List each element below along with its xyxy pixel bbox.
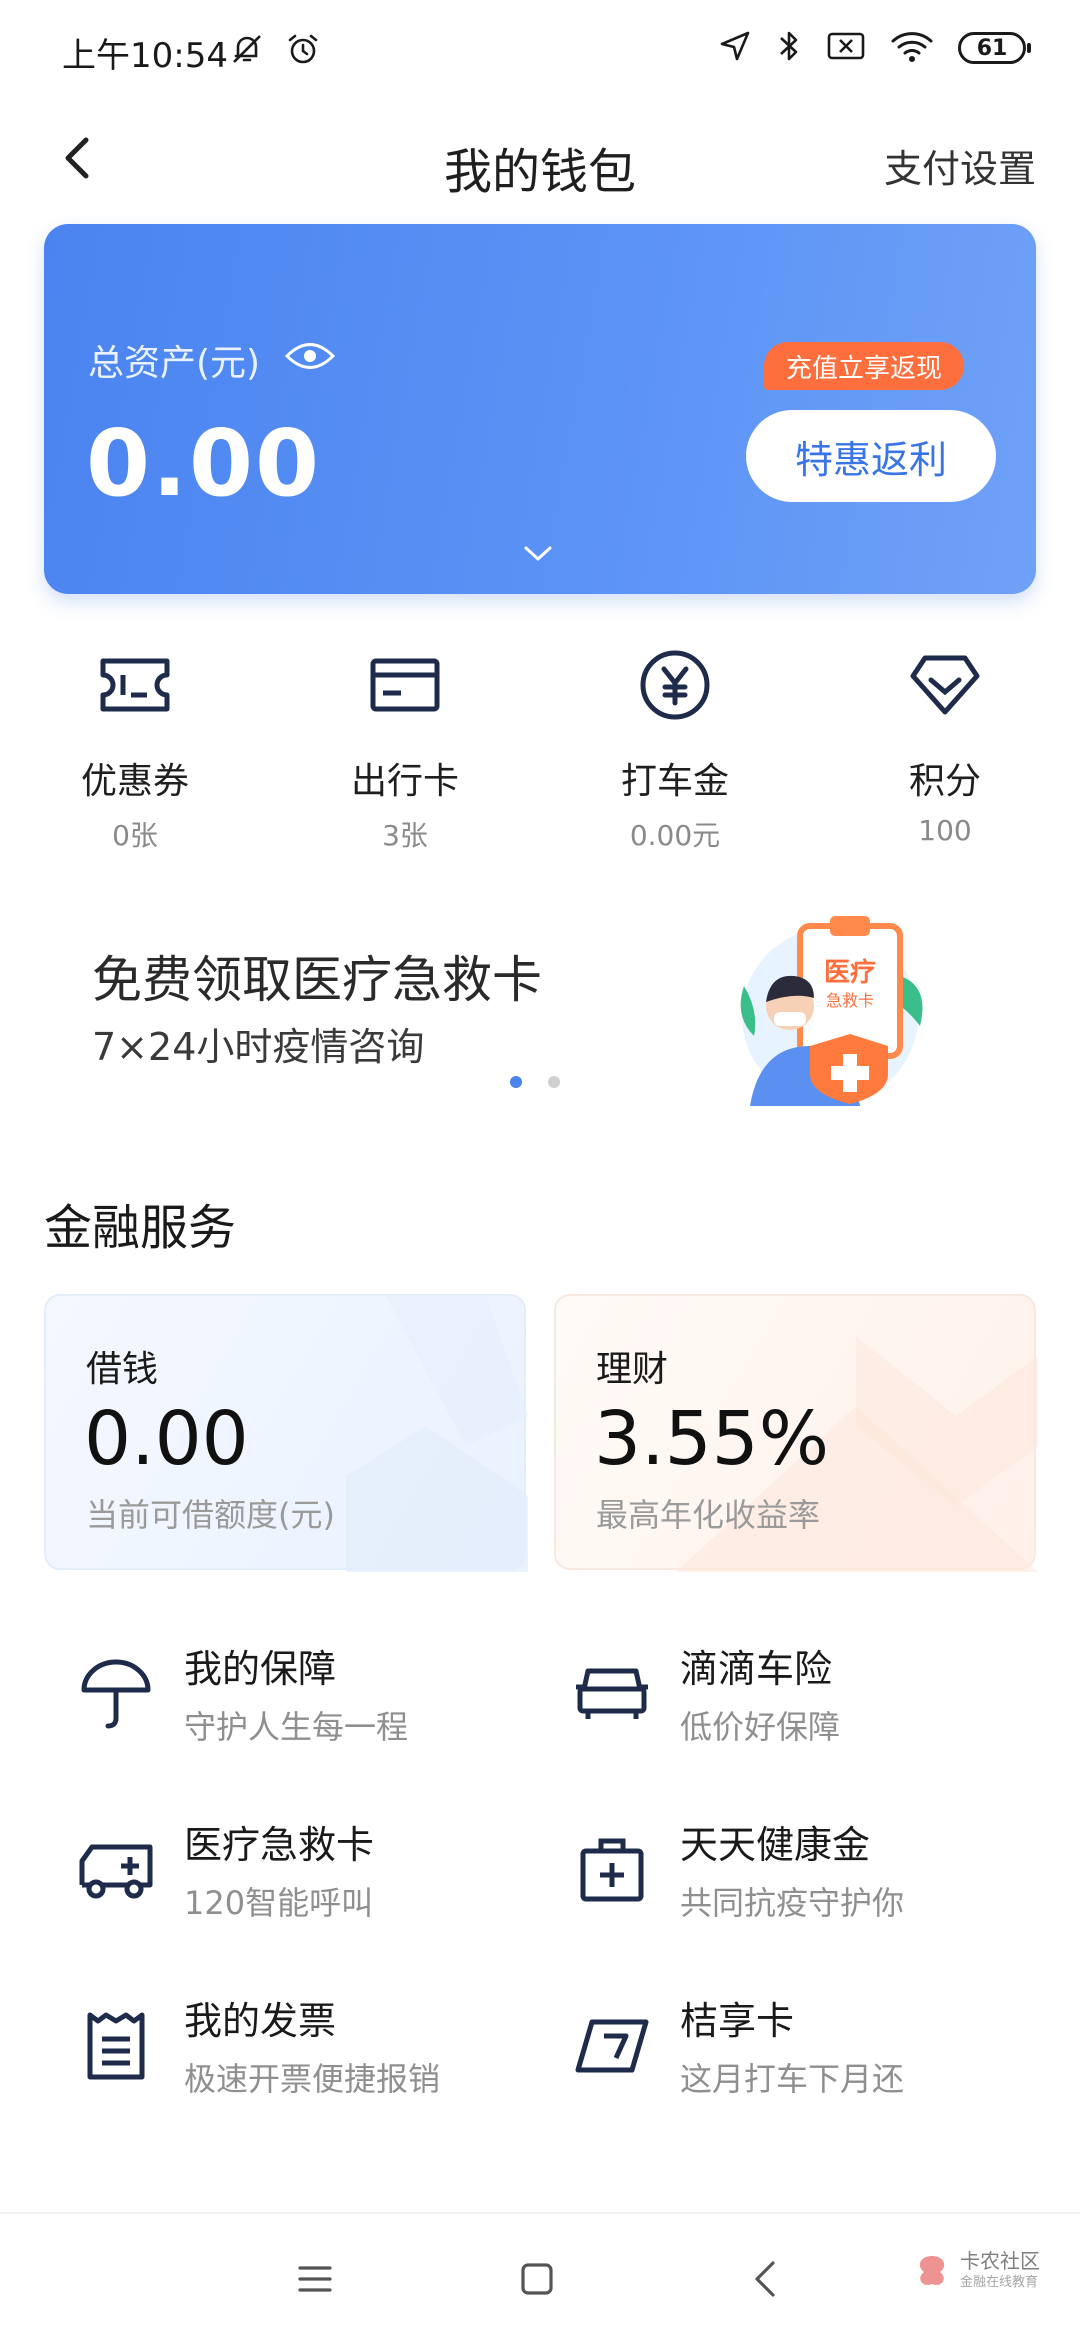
quick-item-taxi-fund[interactable]: 打车金 0.00元 [540, 640, 810, 880]
car-icon [574, 1656, 650, 1732]
service-car-insurance[interactable]: 滴滴车险 低价好保障 [540, 1630, 1040, 1770]
quick-label: 优惠券 [80, 761, 189, 802]
art-text-card: 急救卡 [826, 991, 874, 1010]
service-title: 滴滴车险 [680, 1647, 833, 1691]
banner-subtitle: 7×24小时疫情咨询 [92, 1025, 425, 1069]
yen-coin-icon [630, 640, 720, 730]
umbrella-icon [78, 1656, 154, 1732]
promo-tag: 充值立享返现 [764, 342, 965, 390]
finance-section-title: 金融服务 [44, 1200, 237, 1256]
watermark-name: 卡农社区 [960, 2249, 1040, 2273]
service-sub: 极速开票便捷报销 [184, 2060, 441, 2098]
asset-label-row: 总资产(元) [88, 334, 336, 386]
invest-desc: 最高年化收益率 [596, 1496, 821, 1534]
invest-value: 3.55% [594, 1396, 830, 1482]
borrow-value: 0.00 [84, 1396, 249, 1482]
service-sub: 共同抗疫守护你 [680, 1884, 905, 1922]
no-sim-icon [826, 30, 866, 66]
art-text-medical: 医疗 [824, 957, 876, 988]
bluetooth-icon [776, 28, 802, 68]
ticket-icon [90, 640, 180, 730]
asset-value: 0.00 [86, 410, 321, 517]
borrow-name: 借钱 [86, 1349, 159, 1390]
header: 我的钱包 支付设置 [0, 100, 1080, 220]
menu-icon[interactable] [290, 2254, 340, 2304]
home-square-icon[interactable] [512, 2254, 562, 2304]
service-my-coverage[interactable]: 我的保障 守护人生每一程 [44, 1630, 544, 1770]
eye-icon[interactable] [284, 339, 336, 382]
borrow-desc: 当前可借额度(元) [86, 1496, 335, 1534]
quick-label: 出行卡 [350, 761, 459, 802]
quick-sub: 100 [918, 814, 972, 847]
quick-entries: 优惠券 0张 出行卡 3张 打车金 0.00元 积分 100 [0, 640, 1080, 880]
service-medical-card[interactable]: 医疗急救卡 120智能呼叫 [44, 1806, 544, 1946]
medical-kit-icon [574, 1832, 650, 1908]
medical-card-illustration: 医疗 急救卡 [730, 906, 950, 1106]
service-title: 医疗急救卡 [184, 1823, 375, 1867]
promo-banner[interactable]: 免费领取医疗急救卡 7×24小时疫情咨询 医疗 急救卡 [0, 890, 1080, 1110]
service-sub: 低价好保障 [680, 1708, 841, 1746]
credit-card-icon [574, 2008, 650, 2084]
quick-sub: 0张 [112, 819, 158, 852]
special-rebate-button[interactable]: 特惠返利 [746, 410, 996, 502]
carousel-dot-active[interactable] [510, 1076, 522, 1088]
invoice-icon [78, 2008, 154, 2084]
watermark-text: 卡农社区 金融在线教育 [960, 2250, 1040, 2294]
service-juxiang-card[interactable]: 桔享卡 这月打车下月还 [540, 1982, 1040, 2122]
invest-name: 理财 [596, 1349, 669, 1390]
watermark-logo-icon [919, 2256, 945, 2285]
quick-label: 积分 [908, 761, 981, 802]
service-title: 我的发票 [184, 1999, 337, 2043]
mute-bell-icon [228, 30, 266, 72]
service-title: 桔享卡 [680, 1999, 795, 2043]
wifi-icon [890, 29, 934, 67]
service-invoice[interactable]: 我的发票 极速开票便捷报销 [44, 1982, 544, 2122]
quick-label: 打车金 [620, 761, 729, 802]
service-sub: 120智能呼叫 [184, 1884, 374, 1922]
location-icon [718, 29, 752, 67]
service-sub: 这月打车下月还 [680, 2060, 905, 2098]
service-title: 我的保障 [184, 1647, 337, 1691]
ambulance-icon [78, 1832, 154, 1908]
asset-label: 总资产(元) [88, 343, 261, 384]
system-nav-bar: 卡农社区 金融在线教育 [0, 2212, 1080, 2340]
back-triangle-icon[interactable] [740, 2254, 790, 2304]
status-time: 上午10:54 [62, 36, 228, 76]
status-right-icons: 61 [718, 28, 1031, 68]
quick-item-points[interactable]: 积分 100 [810, 640, 1080, 880]
card-icon [360, 640, 450, 730]
watermark-tagline: 金融在线教育 [960, 2275, 1039, 2290]
alarm-icon [284, 30, 322, 72]
borrow-card[interactable]: 借钱 0.00 当前可借额度(元) [44, 1294, 528, 1572]
chevron-down-icon[interactable] [520, 542, 556, 570]
quick-item-travel-card[interactable]: 出行卡 3张 [270, 640, 540, 880]
status-bar: 上午10:54 61 [0, 0, 1080, 100]
carousel-dots [510, 1076, 560, 1088]
service-sub: 守护人生每一程 [184, 1708, 409, 1746]
status-left-icons [228, 30, 322, 72]
quick-item-coupons[interactable]: 优惠券 0张 [0, 640, 270, 880]
total-assets-card[interactable]: 总资产(元) 0.00 充值立享返现 特惠返利 [44, 224, 1036, 594]
service-health-fund[interactable]: 天天健康金 共同抗疫守护你 [540, 1806, 1040, 1946]
banner-title: 免费领取医疗急救卡 [92, 951, 542, 1009]
invest-card[interactable]: 理财 3.55% 最高年化收益率 [554, 1294, 1038, 1572]
diamond-icon [900, 640, 990, 730]
service-title: 天天健康金 [680, 1823, 871, 1867]
battery-indicator: 61 [958, 32, 1031, 64]
carousel-dot[interactable] [548, 1076, 560, 1088]
quick-sub: 0.00元 [629, 819, 721, 852]
quick-sub: 3张 [382, 819, 428, 852]
payment-settings-link[interactable]: 支付设置 [884, 138, 1036, 193]
watermark: 卡农社区 金融在线教育 [912, 2250, 1040, 2294]
